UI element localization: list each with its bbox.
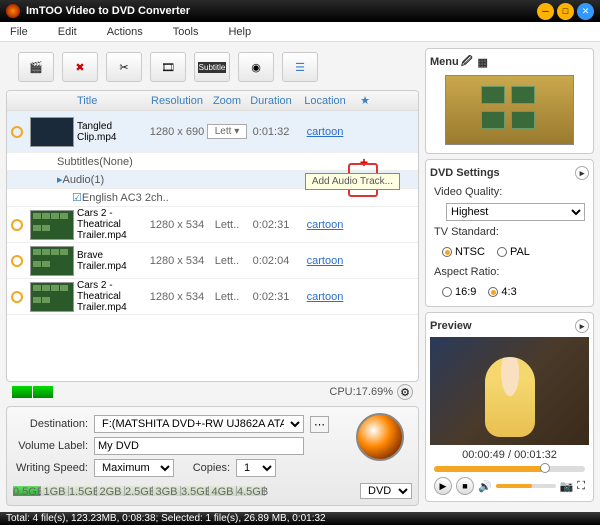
effects-button[interactable]: 🎞: [150, 52, 186, 82]
thumbnail: [30, 246, 74, 276]
quality-select[interactable]: Highest: [446, 203, 585, 221]
size-bar: 0.5GB 1GB 1.5GB 2GB 2.5GB 3GB 3.5GB 4GB …: [13, 483, 412, 499]
file-resolution: 1280 x 690: [147, 126, 207, 138]
effects-icon: 🎞: [161, 61, 175, 74]
ar43-radio[interactable]: 4:3: [488, 286, 516, 298]
dvd-settings-title: DVD Settings: [430, 167, 500, 179]
video-preview[interactable]: [430, 337, 589, 445]
remove-button[interactable]: ✖: [62, 52, 98, 82]
play-button[interactable]: ▶: [434, 477, 452, 495]
col-duration[interactable]: Duration: [247, 95, 295, 107]
file-location[interactable]: cartoon: [295, 255, 355, 267]
list-button[interactable]: ☰: [282, 52, 318, 82]
menu-actions[interactable]: Actions: [107, 26, 143, 38]
cpu-settings-button[interactable]: ⚙: [397, 384, 413, 400]
speed-select[interactable]: Maximum: [94, 459, 174, 477]
film-icon: 🎬: [29, 61, 43, 74]
zoom-select[interactable]: Lett ▾: [207, 124, 247, 139]
file-row[interactable]: Brave Trailer.mp4 1280 x 534 Lett.. 0:02…: [7, 243, 418, 279]
destination-label: Destination:: [13, 418, 88, 430]
status-bar: Total: 4 file(s), 123.23MB, 0:08:38; Sel…: [0, 512, 600, 525]
browse-button[interactable]: ⋯: [310, 416, 329, 433]
preview-title: Preview: [430, 320, 472, 332]
copies-select[interactable]: 1: [236, 459, 276, 477]
fullscreen-icon[interactable]: ⛶: [577, 480, 585, 493]
pal-radio[interactable]: PAL: [497, 246, 530, 258]
file-duration: 0:01:32: [247, 126, 295, 138]
stop-button[interactable]: ■: [456, 477, 474, 495]
subtitle-icon: Subtitle: [198, 62, 227, 73]
cpu-label: CPU:17.69%: [329, 386, 393, 398]
speed-label: Writing Speed:: [13, 462, 88, 474]
file-title: Brave Trailer.mp4: [77, 250, 147, 272]
thumbnail: [30, 282, 74, 312]
menu-tools[interactable]: Tools: [173, 26, 199, 38]
menu-preview[interactable]: [445, 75, 574, 145]
snapshot-icon[interactable]: 📷: [560, 480, 574, 493]
menu-panel-title: Menu: [430, 56, 459, 68]
file-title: Cars 2 - Theatrical Trailer.mp4: [77, 280, 147, 313]
cut-button[interactable]: ✂: [106, 52, 142, 82]
subtitle-button[interactable]: Subtitle: [194, 52, 230, 82]
disc-icon: ◉: [251, 61, 261, 74]
time-display: 00:00:49 / 00:01:32: [430, 447, 589, 463]
file-row[interactable]: Tangled Clip.mp4 1280 x 690 Lett ▾ 0:01:…: [7, 111, 418, 153]
burn-button[interactable]: [356, 413, 404, 461]
edit-menu-icon[interactable]: 🖉: [459, 53, 475, 72]
file-location[interactable]: cartoon: [295, 126, 355, 138]
thumbnail: [30, 210, 74, 240]
app-logo: [6, 4, 20, 18]
tooltip: Add Audio Track...: [305, 173, 400, 190]
menu-edit[interactable]: Edit: [58, 26, 77, 38]
play-icon[interactable]: [11, 255, 23, 267]
x-icon: ✖: [75, 61, 84, 74]
volume-label: Volume Label:: [13, 440, 88, 452]
list-icon: ☰: [295, 61, 305, 74]
volume-slider[interactable]: [496, 484, 556, 488]
audio-row[interactable]: ▸ Audio(1) + Add Audio Track...: [7, 171, 418, 189]
menu-help[interactable]: Help: [228, 26, 251, 38]
cpu-meters: [12, 386, 53, 398]
preview-button[interactable]: ◉: [238, 52, 274, 82]
play-icon[interactable]: [11, 126, 23, 138]
window-title: ImTOO Video to DVD Converter: [26, 5, 534, 17]
subtitles-row[interactable]: Subtitles(None) +: [7, 153, 418, 171]
volume-icon[interactable]: 🔊: [478, 480, 492, 493]
quality-label: Video Quality:: [434, 186, 504, 198]
seek-slider[interactable]: [434, 466, 585, 472]
destination-select[interactable]: F:(MATSHITA DVD+-RW UJ862A ATA Device): [94, 415, 304, 433]
col-title[interactable]: Title: [77, 95, 147, 107]
col-star[interactable]: ★: [355, 94, 375, 107]
file-title: Cars 2 - Theatrical Trailer.mp4: [77, 208, 147, 241]
col-location[interactable]: Location: [295, 95, 355, 107]
add-video-button[interactable]: 🎬: [18, 52, 54, 82]
maximize-button[interactable]: □: [557, 3, 574, 20]
tv-label: TV Standard:: [434, 226, 504, 238]
play-icon[interactable]: [11, 291, 23, 303]
volume-input[interactable]: [94, 437, 304, 455]
ar169-radio[interactable]: 16:9: [442, 286, 476, 298]
col-zoom[interactable]: Zoom: [207, 95, 247, 107]
minimize-button[interactable]: ─: [537, 3, 554, 20]
menu-file[interactable]: File: [10, 26, 28, 38]
aspect-label: Aspect Ratio:: [434, 266, 504, 278]
expand-icon[interactable]: ▸: [575, 166, 589, 180]
grid-icon[interactable]: ▦: [475, 56, 491, 69]
add-subtitle-button[interactable]: +: [360, 154, 418, 170]
ntsc-radio[interactable]: NTSC: [442, 246, 485, 258]
file-row[interactable]: Cars 2 - Theatrical Trailer.mp4 1280 x 5…: [7, 207, 418, 243]
audio-track-row[interactable]: ☑ English AC3 2ch..: [7, 189, 418, 207]
file-title: Tangled Clip.mp4: [77, 121, 147, 143]
col-resolution[interactable]: Resolution: [147, 95, 207, 107]
file-location[interactable]: cartoon: [295, 291, 355, 303]
play-icon[interactable]: [11, 219, 23, 231]
scissors-icon: ✂: [119, 61, 128, 74]
close-button[interactable]: ✕: [577, 3, 594, 20]
copies-label: Copies:: [180, 462, 230, 474]
thumbnail: [30, 117, 74, 147]
file-location[interactable]: cartoon: [295, 219, 355, 231]
disc-type-select[interactable]: DVD: [360, 483, 412, 499]
expand-icon[interactable]: ▸: [575, 319, 589, 333]
file-row[interactable]: Cars 2 - Theatrical Trailer.mp4 1280 x 5…: [7, 279, 418, 315]
